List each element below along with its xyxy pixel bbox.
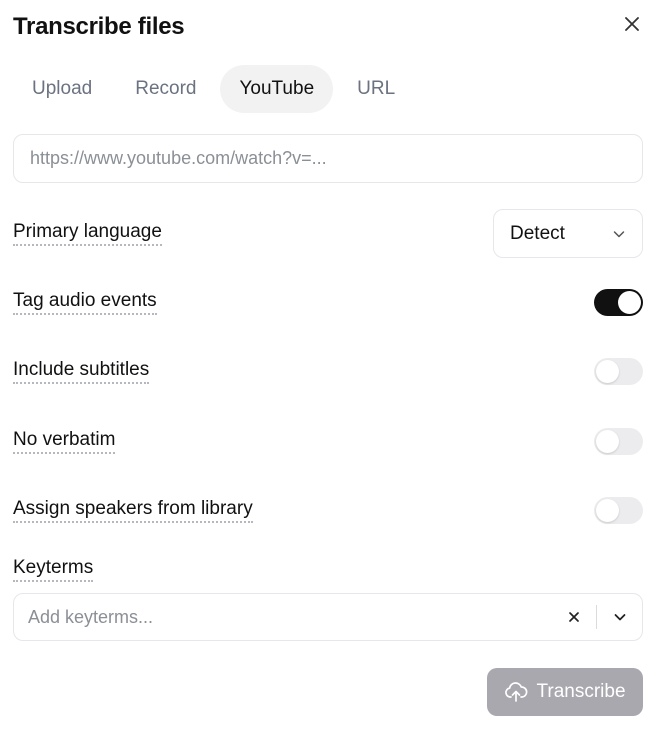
source-tabs: Upload Record YouTube URL: [13, 65, 419, 113]
tag-audio-events-label: Tag audio events: [13, 289, 157, 315]
close-icon: [625, 17, 639, 31]
transcribe-dialog: Transcribe files Upload Record YouTube U…: [0, 0, 660, 730]
keyterms-clear-button[interactable]: [562, 605, 586, 629]
dialog-title: Transcribe files: [13, 13, 185, 40]
tab-url[interactable]: URL: [338, 65, 414, 113]
keyterms-field: [13, 593, 643, 641]
keyterms-input[interactable]: [28, 594, 548, 640]
toggle-knob: [596, 360, 619, 383]
close-icon: [569, 612, 579, 622]
keyterms-dropdown-button[interactable]: [608, 605, 632, 629]
close-button[interactable]: [620, 12, 644, 36]
tag-audio-events-toggle[interactable]: [594, 289, 643, 316]
cloud-upload-icon: [505, 682, 528, 702]
toggle-knob: [596, 430, 619, 453]
toggle-knob: [618, 291, 641, 314]
primary-language-label: Primary language: [13, 220, 162, 246]
tab-youtube[interactable]: YouTube: [220, 65, 334, 113]
transcribe-button-label: Transcribe: [536, 681, 626, 702]
youtube-url-input[interactable]: [13, 134, 643, 183]
include-subtitles-label: Include subtitles: [13, 358, 150, 384]
assign-speakers-label: Assign speakers from library: [13, 497, 253, 523]
chevron-down-icon: [614, 614, 626, 621]
toggle-knob: [596, 499, 619, 522]
keyterms-label: Keyterms: [13, 556, 94, 582]
include-subtitles-toggle[interactable]: [594, 358, 643, 385]
primary-language-select[interactable]: Detect: [493, 209, 643, 258]
tab-upload[interactable]: Upload: [13, 65, 111, 113]
primary-language-value: Detect: [510, 222, 565, 244]
no-verbatim-toggle[interactable]: [594, 428, 643, 455]
chevron-down-icon: [613, 230, 625, 237]
transcribe-button[interactable]: Transcribe: [487, 668, 643, 716]
tab-record[interactable]: Record: [116, 65, 215, 113]
no-verbatim-label: No verbatim: [13, 428, 116, 454]
assign-speakers-toggle[interactable]: [594, 497, 643, 524]
keyterms-divider: [596, 605, 597, 629]
